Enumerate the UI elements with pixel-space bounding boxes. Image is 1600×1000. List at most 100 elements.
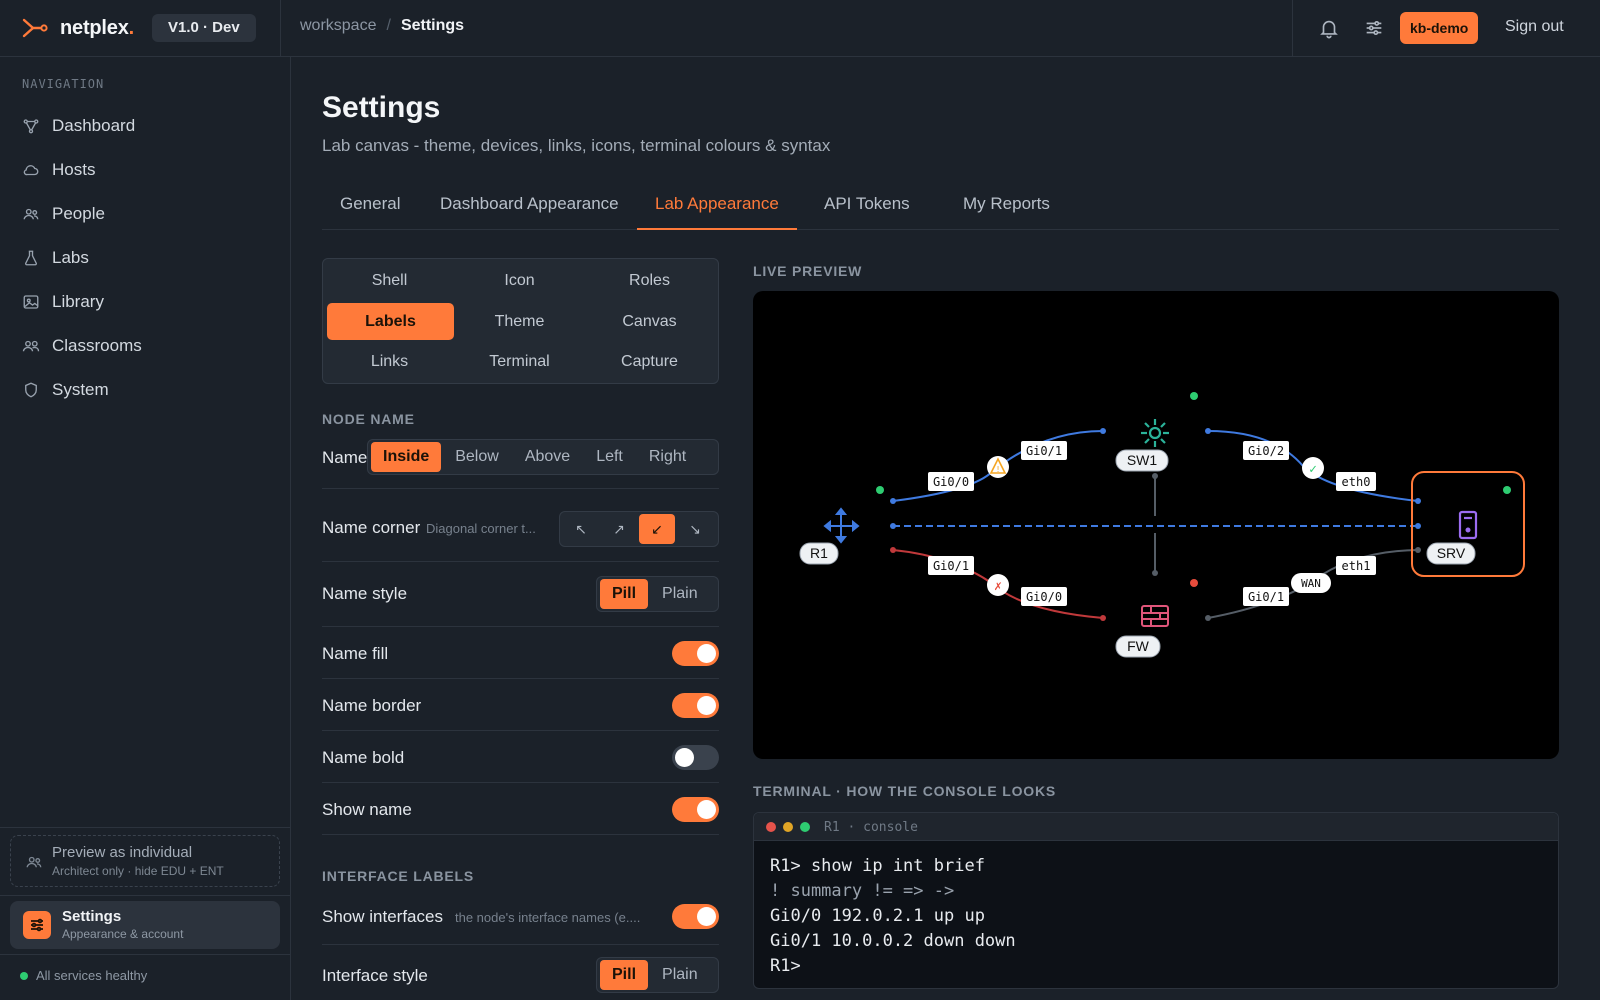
option-left[interactable]: Left xyxy=(584,442,635,472)
corner-top-right-icon[interactable]: ↗ xyxy=(601,514,637,544)
terminal-line: ! summary != => -> xyxy=(770,881,955,901)
interface-tag-text: eth1 xyxy=(1342,559,1371,573)
setting-row-show-interfaces: Show interfaces the node's interface nam… xyxy=(322,887,719,945)
node-sw1[interactable]: SW1 xyxy=(1115,419,1169,472)
interface-tag-text: eth0 xyxy=(1342,475,1371,489)
version-badge[interactable]: V1.0 · Dev xyxy=(152,14,256,42)
subnav-canvas[interactable]: Canvas xyxy=(586,303,713,340)
bell-icon[interactable] xyxy=(1318,17,1340,39)
interface-tag: Gi0/2 xyxy=(1243,441,1289,460)
interface-tag: Gi0/1 xyxy=(1243,587,1289,606)
subnav-labels[interactable]: Labels xyxy=(327,303,454,340)
corner-bottom-left-icon[interactable]: ↙ xyxy=(639,514,675,544)
divider xyxy=(1292,0,1293,57)
link-endpoint xyxy=(1100,615,1106,621)
link-endpoint xyxy=(1205,428,1211,434)
image-icon xyxy=(23,295,39,309)
option-pill[interactable]: Pill xyxy=(600,579,649,609)
link-endpoint xyxy=(1100,428,1106,434)
name-style-select: Pill Plain xyxy=(596,576,719,612)
sidebar-item-system[interactable]: System xyxy=(22,374,109,406)
account-button[interactable]: kb-demo xyxy=(1400,12,1479,44)
setting-row-name: Name Inside Below Above Left Right xyxy=(322,431,719,489)
setting-hint: the node's interface names (e.... xyxy=(455,910,641,925)
corner-bottom-right-icon[interactable]: ↘ xyxy=(677,514,713,544)
option-pill[interactable]: Pill xyxy=(600,960,649,990)
link-label-text: WAN xyxy=(1301,577,1321,590)
preview-as-individual[interactable]: Preview as individual Architect only · h… xyxy=(10,835,280,887)
brand[interactable]: netplex. xyxy=(22,14,134,42)
show-interfaces-toggle[interactable] xyxy=(672,904,719,929)
subnav-capture[interactable]: Capture xyxy=(586,343,713,380)
name-border-toggle[interactable] xyxy=(672,693,719,718)
sidebar-item-dashboard[interactable]: Dashboard xyxy=(22,110,135,142)
minimize-dot-icon xyxy=(783,822,793,832)
tab-my-reports[interactable]: My Reports xyxy=(945,192,1068,230)
check-mark-text: ✓ xyxy=(1309,462,1317,477)
name-fill-toggle[interactable] xyxy=(672,641,719,666)
subnav-icon[interactable]: Icon xyxy=(456,262,583,299)
sign-out-link[interactable]: Sign out xyxy=(1505,18,1564,36)
show-name-toggle[interactable] xyxy=(672,797,719,822)
sidebar-item-labs[interactable]: Labs xyxy=(22,242,89,274)
corner-top-left-icon[interactable]: ↖ xyxy=(563,514,599,544)
terminal-preview[interactable]: R1 · console R1> show ip int brief ! sum… xyxy=(753,812,1559,989)
firewall-icon xyxy=(1141,605,1169,627)
divider xyxy=(280,0,281,57)
top-bar: netplex. V1.0 · Dev workspace / Settings… xyxy=(0,0,1600,57)
tab-general[interactable]: General xyxy=(322,192,418,230)
live-preview-canvas[interactable]: Gi0/0 Gi0/1 Gi0/2 eth0 Gi0/1 Gi0/0 Gi0/1… xyxy=(753,291,1559,759)
interface-tag: eth0 xyxy=(1336,472,1376,491)
node-r1[interactable]: R1 xyxy=(799,507,860,565)
nav-heading: NAVIGATION xyxy=(22,77,105,91)
option-plain[interactable]: Plain xyxy=(650,960,710,990)
subnav-terminal[interactable]: Terminal xyxy=(456,343,583,380)
setting-label: Show interfaces xyxy=(322,907,443,926)
appearance-subnav: Shell Icon Roles Labels Theme Canvas Lin… xyxy=(322,258,719,384)
close-dot-icon xyxy=(766,822,776,832)
router-icon xyxy=(823,507,860,544)
section-heading-node-name: NODE NAME xyxy=(322,411,415,427)
sidebar-item-library[interactable]: Library xyxy=(22,286,104,318)
subnav-shell[interactable]: Shell xyxy=(326,262,453,299)
option-inside[interactable]: Inside xyxy=(371,442,442,472)
page-title: Settings xyxy=(322,91,441,124)
tab-dashboard-appearance[interactable]: Dashboard Appearance xyxy=(422,192,637,230)
divider xyxy=(0,827,290,828)
status-dot-icon xyxy=(20,971,28,980)
main-content: Settings Lab canvas - theme, devices, li… xyxy=(291,57,1600,1000)
preview-title: Preview as individual xyxy=(52,844,193,861)
toggle-knob xyxy=(697,907,716,926)
divider xyxy=(0,895,290,896)
node-label: SRV xyxy=(1437,545,1466,561)
tab-api-tokens[interactable]: API Tokens xyxy=(806,192,928,230)
option-below[interactable]: Below xyxy=(443,442,511,472)
setting-row-interface-style: Interface style Pill Plain xyxy=(322,945,719,1000)
terminal-line: R1> show ip int brief xyxy=(770,856,985,876)
name-bold-toggle[interactable] xyxy=(672,745,719,770)
tab-lab-appearance[interactable]: Lab Appearance xyxy=(637,192,797,230)
toggle-knob xyxy=(697,800,716,819)
sidebar-item-classrooms[interactable]: Classrooms xyxy=(22,330,142,362)
breadcrumb: workspace / Settings xyxy=(300,17,464,35)
breadcrumb-root[interactable]: workspace xyxy=(300,17,376,35)
sidebar-item-people[interactable]: People xyxy=(22,198,105,230)
sliders-icon[interactable] xyxy=(1363,17,1385,39)
link-endpoint xyxy=(1415,523,1421,529)
subnav-links[interactable]: Links xyxy=(326,343,453,380)
toggle-knob xyxy=(675,748,694,767)
node-label: SW1 xyxy=(1127,452,1158,468)
node-fw[interactable]: FW xyxy=(1115,605,1169,658)
option-right[interactable]: Right xyxy=(637,442,698,472)
sidebar-item-hosts[interactable]: Hosts xyxy=(22,154,95,186)
option-plain[interactable]: Plain xyxy=(650,579,710,609)
subnav-roles[interactable]: Roles xyxy=(586,262,713,299)
settings-tabs: General Dashboard Appearance Lab Appeara… xyxy=(322,192,1559,230)
settings-card[interactable]: Settings Appearance & account xyxy=(10,901,280,949)
interface-tag-text: Gi0/0 xyxy=(933,475,969,489)
live-preview-heading: LIVE PREVIEW xyxy=(753,263,863,279)
option-above[interactable]: Above xyxy=(513,442,582,472)
link-label-wan: WAN xyxy=(1291,573,1331,593)
setting-row-name-style: Name style Pill Plain xyxy=(322,562,719,627)
subnav-theme[interactable]: Theme xyxy=(456,303,583,340)
